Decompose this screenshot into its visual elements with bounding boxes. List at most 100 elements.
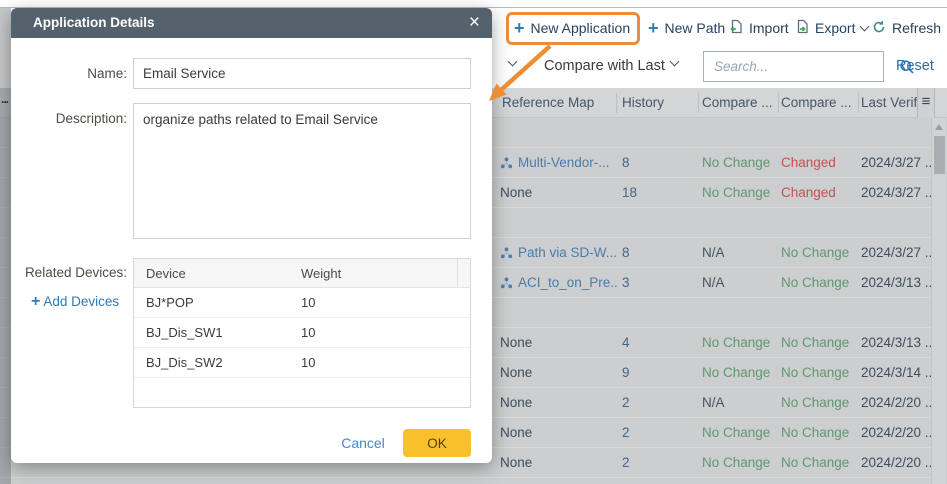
cell-reference-map: None	[500, 365, 533, 380]
cell-reference-map: None	[500, 185, 533, 200]
vertical-scrollbar[interactable]	[931, 118, 946, 484]
header-separator	[858, 93, 859, 113]
cell-last-verified: 2024/3/13 ..	[861, 335, 931, 350]
search-box[interactable]	[703, 51, 914, 82]
cell-compare-2: No Change	[781, 365, 850, 380]
new-application-button[interactable]: + New Application	[514, 13, 630, 43]
weight-column-header[interactable]: Weight	[301, 259, 341, 288]
cell-compare-1: No Change	[702, 335, 771, 350]
import-label: Import	[749, 20, 789, 36]
chevron-down-icon	[860, 21, 870, 31]
cell-history: 4	[622, 335, 630, 350]
device-column-header[interactable]: Device	[146, 259, 186, 288]
new-application-label: New Application	[530, 20, 631, 36]
dialog-header[interactable]: Application Details ×	[11, 8, 492, 38]
related-devices-table: Device Weight BJ*POP 10 BJ_Dis_SW1 10 BJ_Dis…	[133, 258, 471, 408]
compare-with-last-dropdown[interactable]: Compare with Last	[544, 58, 665, 74]
cell-last-verified: 2024/3/13 ..	[861, 275, 931, 290]
application-details-dialog: Application Details × Name: Description:…	[11, 8, 492, 463]
name-field[interactable]	[133, 58, 471, 89]
column-header-reference-map[interactable]: Reference Map	[502, 88, 594, 118]
cell-last-verified: 2024/2/20 ..	[861, 395, 931, 410]
cell-reference-map: None	[500, 395, 533, 410]
cell-compare-2: No Change	[781, 455, 850, 470]
cell-compare-1: No Change	[702, 455, 771, 470]
cell-history: 2	[622, 455, 630, 470]
cell-compare-1: N/A	[702, 395, 725, 410]
cell-last-verified: 2024/3/27 ..	[861, 155, 931, 170]
add-devices-label: Add Devices	[43, 294, 120, 309]
new-path-button[interactable]: + New Path	[648, 13, 725, 43]
refresh-label: Refresh	[892, 20, 942, 36]
cell-compare-1: No Change	[702, 365, 771, 380]
cell-history: 3	[622, 275, 630, 290]
header-separator	[698, 93, 699, 113]
cell-reference-map[interactable]: ACI_to_on_Pre...	[500, 268, 618, 298]
refresh-button[interactable]: Refresh	[872, 13, 941, 43]
cell-history: 8	[622, 245, 630, 260]
name-label: Name:	[87, 66, 127, 81]
network-map-icon	[500, 247, 513, 259]
import-button[interactable]: Import	[729, 13, 789, 43]
column-header-compare-1[interactable]: Compare ...	[702, 88, 773, 118]
chevron-down-icon[interactable]	[507, 56, 518, 67]
cell-compare-1: N/A	[702, 245, 725, 260]
cell-history: 9	[622, 365, 630, 380]
description-field[interactable]	[133, 103, 471, 239]
refresh-icon	[872, 20, 886, 37]
left-clipped-column-strip: ...	[0, 8, 11, 484]
plus-icon: +	[31, 293, 41, 310]
cell-compare-2: Changed	[781, 185, 836, 200]
related-devices-label: Related Devices:	[24, 265, 127, 280]
cell-last-verified: 2024/3/14 ..	[861, 365, 931, 380]
search-input[interactable]	[704, 59, 899, 74]
new-path-label: New Path	[664, 20, 726, 36]
cell-reference-map: None	[500, 425, 533, 440]
add-devices-button[interactable]: + Add Devices	[31, 289, 119, 315]
cell-compare-2: No Change	[781, 395, 850, 410]
export-document-icon	[795, 19, 809, 37]
header-separator	[616, 93, 617, 113]
cell-last-verified: 2024/3/27 ..	[861, 245, 931, 260]
plus-icon: +	[648, 18, 659, 38]
cell-last-verified: 2024/2/20 ..	[861, 425, 931, 440]
cell-compare-1: No Change	[702, 185, 771, 200]
cancel-button[interactable]: Cancel	[333, 435, 393, 451]
reset-link[interactable]: Reset	[896, 58, 934, 74]
cell-reference-map[interactable]: Multi-Vendor-...	[500, 148, 618, 178]
cell-last-verified: 2024/2/20 ..	[861, 455, 931, 470]
related-devices-table-header: Device Weight	[134, 259, 470, 288]
device-row[interactable]: BJ*POP 10	[134, 288, 470, 318]
cell-history: 8	[622, 155, 630, 170]
device-row[interactable]: BJ_Dis_SW1 10	[134, 318, 470, 348]
cell-compare-2: Changed	[781, 155, 836, 170]
cell-reference-map[interactable]: Path via SD-W...	[500, 238, 618, 268]
cell-device-name: BJ*POP	[146, 295, 194, 310]
scroll-up-arrow-icon[interactable]	[935, 124, 943, 130]
cell-compare-1: No Change	[702, 155, 771, 170]
column-header-history[interactable]: History	[622, 88, 664, 118]
scroll-gutter	[457, 259, 470, 288]
cell-reference-map: None	[500, 455, 533, 470]
hamburger-menu-icon[interactable]: ≡	[917, 88, 935, 118]
network-map-icon	[500, 157, 513, 169]
ok-button[interactable]: OK	[403, 429, 471, 457]
device-row[interactable]: BJ_Dis_SW2 10	[134, 348, 470, 378]
description-label: Description:	[55, 111, 127, 126]
related-devices-rows: BJ*POP 10 BJ_Dis_SW1 10 BJ_Dis_SW2 10	[134, 288, 470, 378]
column-header-compare-2[interactable]: Compare ...	[781, 88, 852, 118]
scrollbar-thumb[interactable]	[934, 136, 945, 174]
app-window: Reference Map History Compare ... Compar…	[0, 0, 947, 484]
cell-history: 18	[622, 185, 638, 200]
close-icon[interactable]: ×	[469, 11, 480, 35]
cell-compare-2: No Change	[781, 245, 850, 260]
cell-history: 2	[622, 395, 630, 410]
cell-compare-2: No Change	[781, 335, 850, 350]
chevron-down-icon[interactable]	[669, 56, 680, 67]
export-button[interactable]: Export	[795, 13, 870, 43]
cell-device-name: BJ_Dis_SW1	[146, 325, 223, 340]
cell-device-weight: 10	[301, 325, 316, 340]
cell-compare-1: N/A	[702, 275, 725, 290]
cell-device-weight: 10	[301, 295, 316, 310]
network-map-icon	[500, 277, 513, 289]
